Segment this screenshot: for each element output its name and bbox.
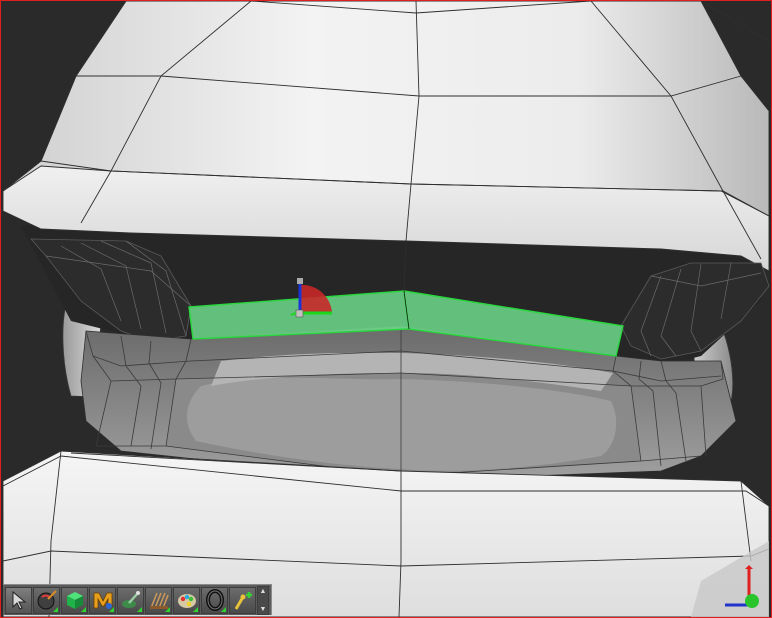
hair-tool-button[interactable] — [145, 586, 172, 614]
submenu-indicator-icon — [193, 606, 198, 612]
submenu-indicator-icon — [165, 606, 170, 612]
select-tool-button[interactable] — [5, 586, 32, 614]
sculpt-tool-button[interactable] — [117, 586, 144, 614]
cube-primitive-tool-button[interactable] — [61, 586, 88, 614]
tool-palette: ▲ ▼ — [3, 584, 272, 615]
color-palette-tool-button[interactable] — [173, 586, 200, 614]
model-scene[interactable] — [1, 1, 771, 617]
submenu-indicator-icon — [109, 606, 114, 612]
object-tool-button[interactable] — [33, 586, 60, 614]
submenu-indicator-icon — [221, 606, 226, 612]
scroll-up-icon[interactable]: ▲ — [260, 587, 267, 596]
ring-tool-button[interactable] — [201, 586, 228, 614]
submenu-indicator-icon — [81, 606, 86, 612]
transform-gizmo-icon[interactable] — [288, 277, 338, 323]
view-orientation-axis-icon[interactable] — [721, 565, 765, 611]
3d-viewport[interactable]: ▲ ▼ — [0, 0, 772, 618]
add-joint-tool-button[interactable] — [229, 586, 256, 614]
joint-add-icon — [234, 592, 252, 610]
submenu-indicator-icon — [137, 606, 142, 612]
material-tool-button[interactable] — [89, 586, 116, 614]
arrow-cursor-icon — [12, 590, 26, 610]
submenu-indicator-icon — [53, 606, 58, 612]
scroll-down-icon[interactable]: ▼ — [260, 605, 267, 614]
toolbar-scroll-control[interactable]: ▲ ▼ — [257, 585, 269, 615]
